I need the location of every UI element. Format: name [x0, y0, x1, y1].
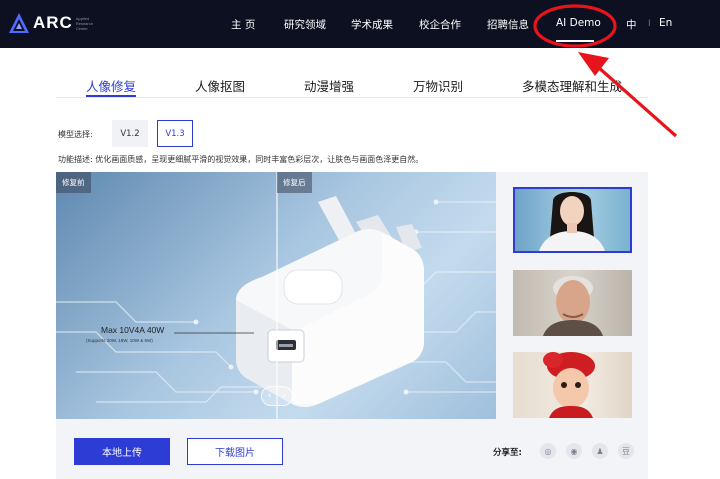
- lang-zh[interactable]: 中: [626, 17, 637, 32]
- after-tag: 修复后: [277, 172, 312, 193]
- product-spec-sublabel: (Supports 20W, 18W, 10W & 5W): [86, 338, 153, 343]
- qq-icon[interactable]: ♟: [592, 443, 608, 459]
- weibo-icon[interactable]: ◉: [566, 443, 582, 459]
- lang-en[interactable]: En: [659, 17, 672, 29]
- arc-logo[interactable]: ARC Applied Research Center: [8, 12, 100, 34]
- chevron-left-icon: ‹: [267, 391, 272, 401]
- sample-thumbnail-old-man[interactable]: [513, 270, 632, 336]
- page: ARC Applied Research Center 主 页 研究领域 学术成…: [0, 0, 720, 479]
- feature-description: 功能描述: 优化画面质感，呈现更细腻平滑的视觉效果，同时丰富色彩层次，让肤色与画…: [58, 155, 424, 164]
- nav-home[interactable]: 主 页: [231, 17, 255, 32]
- tab-portrait-restore[interactable]: 人像修复: [86, 76, 136, 95]
- nav-cooperation[interactable]: 校企合作: [419, 17, 461, 32]
- brand-subtitle: Applied Research Center: [75, 15, 93, 31]
- woman-portrait: [539, 192, 605, 251]
- model-v12-button[interactable]: V1.2: [112, 120, 148, 147]
- share-label: 分享至:: [493, 448, 522, 458]
- douban-icon[interactable]: 豆: [618, 443, 634, 459]
- tab-portrait-matting[interactable]: 人像抠图: [195, 76, 245, 95]
- tab-object-recognition[interactable]: 万物识别: [413, 76, 463, 95]
- image-compare-viewer[interactable]: [56, 172, 496, 419]
- tab-multimodal[interactable]: 多模态理解和生成: [522, 76, 622, 95]
- wechat-icon[interactable]: ◎: [540, 443, 556, 459]
- baby-portrait: [543, 352, 595, 418]
- feature-tabs: 人像修复 人像抠图 动漫增强 万物识别 多模态理解和生成: [56, 70, 648, 98]
- lang-separator: I: [648, 19, 651, 29]
- active-tab-underline: [86, 95, 136, 97]
- tab-anime-enhance[interactable]: 动漫增强: [304, 76, 354, 95]
- brand-name: ARC: [33, 13, 73, 32]
- sample-thumbnail-baby[interactable]: [513, 352, 632, 418]
- nav-publications[interactable]: 学术成果: [351, 17, 393, 32]
- sample-thumbnail-woman[interactable]: [513, 187, 632, 253]
- charger-image: [56, 172, 496, 419]
- arc-logo-icon: [9, 13, 29, 33]
- download-image-button[interactable]: 下载图片: [187, 438, 283, 465]
- before-tag: 修复前: [56, 172, 91, 193]
- top-navbar: ARC Applied Research Center 主 页 研究领域 学术成…: [0, 0, 720, 48]
- nav-careers[interactable]: 招聘信息: [487, 17, 529, 32]
- old-man-portrait: [543, 276, 603, 336]
- product-spec-label: Max 10V4A 40W: [101, 325, 165, 335]
- nav-active-indicator: [556, 40, 594, 42]
- model-select-label: 模型选择:: [58, 130, 93, 139]
- local-upload-button[interactable]: 本地上传: [74, 438, 170, 465]
- chevron-right-icon: ›: [282, 391, 287, 401]
- nav-research[interactable]: 研究领域: [284, 17, 326, 32]
- compare-slider-handle[interactable]: ‹ ›: [261, 386, 293, 406]
- model-v13-button[interactable]: V1.3: [157, 120, 193, 147]
- nav-ai-demo[interactable]: AI Demo: [556, 17, 601, 29]
